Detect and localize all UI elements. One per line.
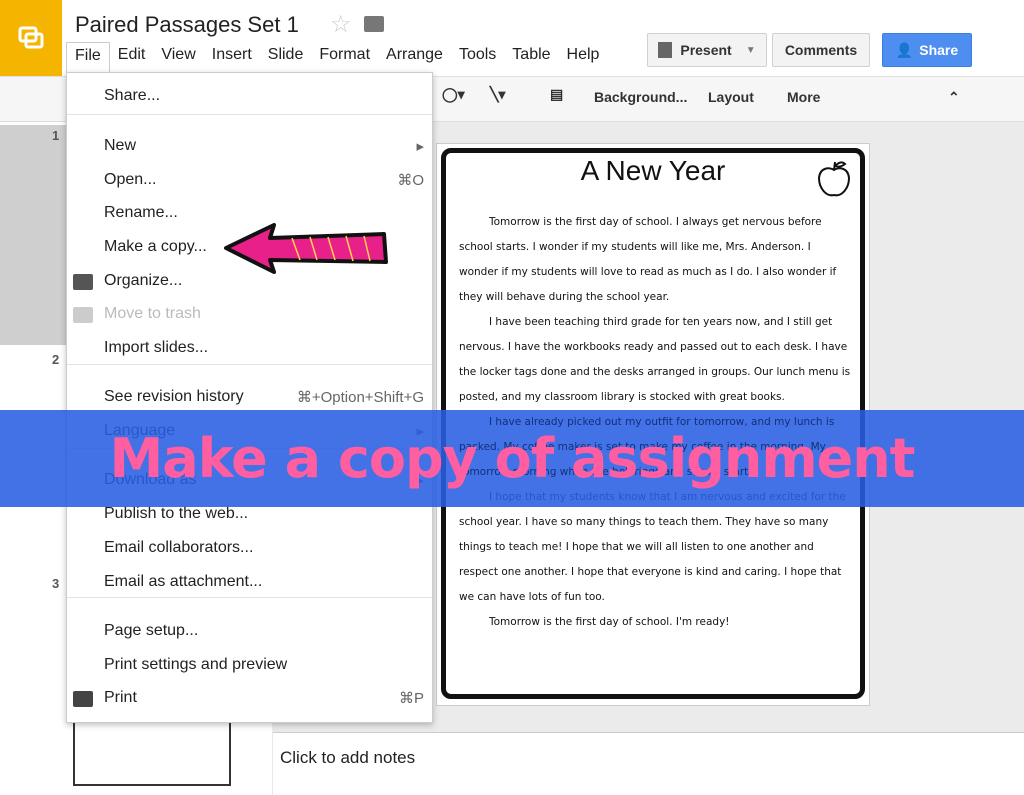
selected-slide-highlight[interactable] — [0, 125, 66, 345]
menu-item-label: Print — [104, 689, 137, 706]
menu-item-label: Import slides... — [104, 339, 209, 356]
menu-item-label: Email collaborators... — [104, 539, 254, 556]
layout-button[interactable]: Layout — [708, 89, 754, 105]
menu-item-rename[interactable]: Rename... — [104, 204, 424, 222]
menu-item-label: Organize... — [104, 272, 183, 289]
comments-button[interactable]: Comments — [772, 33, 870, 67]
menu-item-label: Email as attachment... — [104, 573, 263, 590]
menu-item-label: Move to trash — [104, 305, 201, 322]
menu-item-page-setup[interactable]: Page setup... — [104, 622, 424, 640]
menu-item-shortcut: ▸ — [416, 472, 424, 489]
menu-item-download-as[interactable]: Download as ▸ — [104, 471, 424, 489]
menu-tools[interactable]: Tools — [451, 42, 504, 74]
chevron-down-icon[interactable]: ▼ — [746, 45, 756, 56]
menu-item-shortcut: ⌘O — [397, 172, 424, 189]
menu-item-shortcut: ▸ — [416, 423, 424, 440]
menu-item-print[interactable]: Print ⌘P — [104, 689, 424, 707]
menu-item-label: Publish to the web... — [104, 505, 249, 522]
slide-thumbnail[interactable] — [73, 720, 231, 786]
menu-item-move-to-trash[interactable]: Move to trash — [104, 305, 424, 323]
menu-item-label: Share... — [104, 87, 161, 104]
menu-item-share[interactable]: Share... — [104, 87, 424, 105]
menu-item-import-slides[interactable]: Import slides... — [104, 339, 424, 357]
shape-icon[interactable]: ◯▾ — [442, 86, 465, 103]
paragraph: Tomorrow is the first day of school. I'm… — [489, 616, 730, 628]
slides-logo[interactable] — [0, 0, 62, 76]
menu-item-publish-to-the-web[interactable]: Publish to the web... — [104, 505, 424, 523]
menu-separator — [67, 364, 432, 365]
file-menu: Share... New ▸ Open... ⌘O Rename... Make a cop… — [66, 72, 433, 723]
menu-item-email-as-attachment[interactable]: Email as attachment... — [104, 573, 424, 591]
menu-item-label: Rename... — [104, 204, 178, 221]
slide-number: 1 — [52, 128, 60, 143]
folder-icon[interactable] — [364, 16, 384, 32]
person-icon: 👤 — [895, 41, 914, 58]
menu-item-label: Download as — [104, 471, 197, 488]
slide-number: 2 — [52, 352, 60, 367]
menubar: File Edit View Insert Slide Format Arran… — [66, 42, 607, 74]
comment-icon[interactable]: ▤ — [550, 86, 563, 103]
background-button[interactable]: Background... — [594, 89, 687, 105]
share-button[interactable]: 👤 Share — [882, 33, 972, 67]
menu-item-shortcut: ▸ — [416, 138, 424, 155]
paragraph: I hope that my students know that I am n… — [459, 491, 846, 603]
more-button[interactable]: More — [787, 89, 820, 105]
menu-insert[interactable]: Insert — [204, 42, 260, 74]
play-icon — [658, 42, 673, 58]
menu-item-email-collaborators[interactable]: Email collaborators... — [104, 539, 424, 557]
document-title[interactable]: Paired Passages Set 1 — [75, 12, 299, 38]
menu-item-shortcut: ⌘+Option+Shift+G — [296, 389, 424, 406]
menu-item-label: Print settings and preview — [104, 656, 288, 673]
trash-icon — [73, 307, 93, 323]
menu-item-print-settings-and-preview[interactable]: Print settings and preview — [104, 656, 424, 674]
paragraph: Tomorrow is the first day of school. I a… — [459, 216, 837, 303]
menu-view[interactable]: View — [153, 42, 203, 74]
menu-edit[interactable]: Edit — [110, 42, 154, 74]
present-button[interactable]: Present ▼ — [647, 33, 767, 67]
slide-number: 3 — [52, 576, 60, 591]
menu-separator — [67, 114, 432, 115]
menu-item-shortcut: ⌘P — [398, 690, 424, 707]
menu-separator — [67, 597, 432, 598]
menu-file[interactable]: File — [66, 42, 110, 74]
menu-item-label: Language — [104, 422, 176, 439]
menu-item-see-revision-history[interactable]: See revision history ⌘+Option+Shift+G — [104, 388, 424, 406]
notes-placeholder: Click to add notes — [280, 748, 416, 767]
menu-slide[interactable]: Slide — [260, 42, 312, 74]
menu-item-label: New — [104, 137, 137, 154]
slide-title: A New Year — [580, 155, 726, 186]
printer-icon — [73, 691, 93, 707]
passage-text: Tomorrow is the first day of school. I a… — [459, 210, 851, 635]
speaker-notes[interactable]: Click to add notes — [273, 732, 1024, 795]
paragraph: I have already picked out my outfit for … — [459, 416, 840, 478]
menu-separator — [67, 448, 432, 449]
menu-arrange[interactable]: Arrange — [378, 42, 451, 74]
menu-item-open[interactable]: Open... ⌘O — [104, 171, 424, 189]
folder-icon — [73, 274, 93, 290]
menu-table[interactable]: Table — [504, 42, 558, 74]
menu-help[interactable]: Help — [559, 42, 608, 74]
star-icon[interactable]: ☆ — [330, 10, 352, 39]
menu-item-language[interactable]: Language ▸ — [104, 422, 424, 440]
arrow-left-icon — [224, 223, 388, 274]
menu-item-label: Make a copy... — [104, 238, 207, 255]
line-icon[interactable]: ╲▾ — [490, 86, 505, 103]
menu-item-label: Open... — [104, 171, 157, 188]
menu-item-label: Page setup... — [104, 622, 199, 639]
apple-icon — [817, 161, 851, 197]
menu-format[interactable]: Format — [311, 42, 378, 74]
menu-item-new[interactable]: New ▸ — [104, 137, 424, 155]
menu-item-organize[interactable]: Organize... — [104, 272, 424, 290]
menu-item-label: See revision history — [104, 388, 244, 405]
paragraph: I have been teaching third grade for ten… — [459, 316, 851, 403]
collapse-icon[interactable]: ⌃ — [948, 89, 960, 106]
